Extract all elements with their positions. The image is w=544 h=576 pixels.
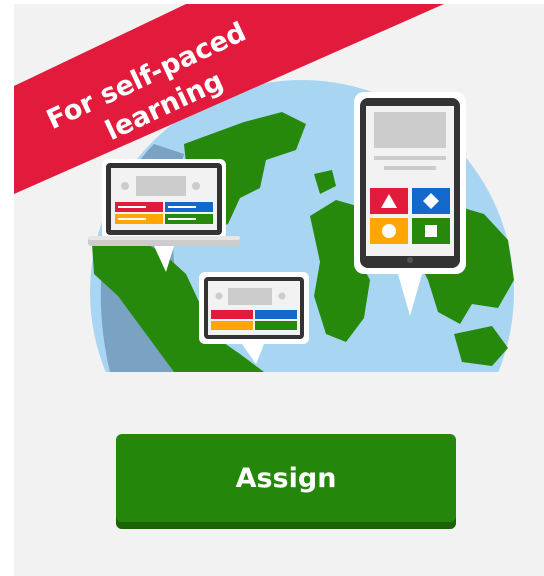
assign-button[interactable]: Assign — [116, 434, 456, 529]
self-paced-illustration: For self-paced learning — [14, 4, 514, 372]
self-paced-card: For self-paced learning Assign — [14, 4, 544, 576]
circle-icon — [382, 224, 396, 238]
square-icon — [425, 225, 437, 237]
